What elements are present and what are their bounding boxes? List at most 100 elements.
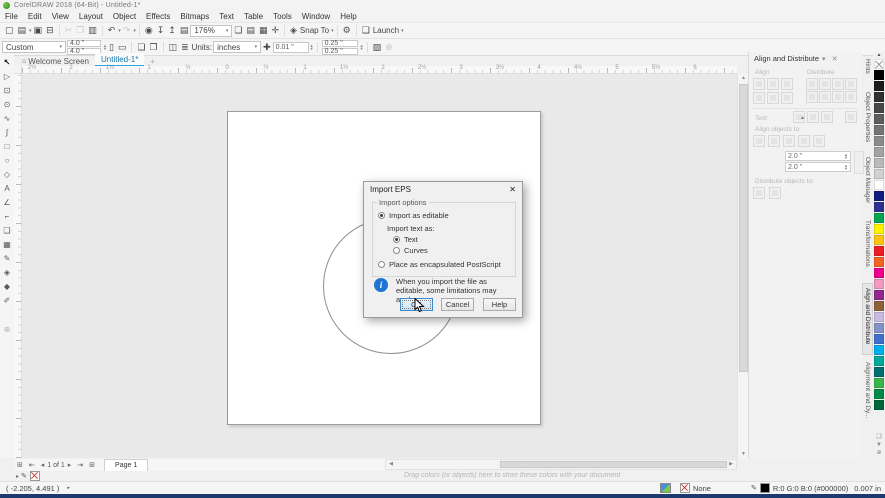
vertical-scrollbar[interactable]: ▲ ▼ (737, 74, 748, 459)
menu-layout[interactable]: Layout (74, 11, 108, 22)
point-x-field[interactable]: 2.0 " ▲▼ (785, 151, 851, 161)
link-dimensions-icon[interactable]: ◫ (167, 42, 180, 53)
text-align-icon[interactable] (807, 111, 819, 123)
copy-icon[interactable]: ❐ (74, 25, 86, 36)
paste-icon[interactable]: ▥ (86, 25, 99, 36)
no-color-swatch[interactable] (874, 59, 884, 69)
palette-scroll-up-icon[interactable]: ▲ (877, 52, 882, 58)
status-flyout-icon[interactable]: ▸ (59, 485, 70, 491)
distribute-icon[interactable] (806, 91, 818, 103)
menu-window[interactable]: Window (297, 11, 335, 22)
align-to-icon[interactable] (783, 135, 795, 147)
launch-caret-icon[interactable]: ▾ (401, 28, 404, 34)
add-page-icon[interactable]: ⊞ (86, 461, 98, 469)
treat-as-filled-icon[interactable]: ▧ (371, 42, 384, 53)
align-icon[interactable] (767, 92, 779, 104)
units-combo[interactable]: inches ▾ (213, 41, 261, 53)
text-align-icon[interactable] (845, 111, 857, 123)
document-palette-none-swatch[interactable] (30, 471, 40, 481)
snap-icon[interactable]: ◈ (288, 25, 299, 36)
color-swatch[interactable] (874, 367, 884, 377)
ok-button[interactable]: OK (400, 298, 433, 311)
color-swatch[interactable] (874, 158, 884, 168)
zoom-tool[interactable]: ⊙ (0, 97, 14, 111)
palette-add-icon[interactable]: ⊕ (876, 450, 881, 456)
horizontal-ruler[interactable]: 2½21½1½0½11½22½33½44½55½6 (22, 66, 737, 74)
last-page-icon[interactable]: ⇥ (74, 461, 86, 469)
landscape-icon[interactable]: ▭ (116, 42, 129, 53)
distribute-icon[interactable] (819, 78, 831, 90)
distribute-icon[interactable] (806, 78, 818, 90)
duplicate-spinner[interactable]: ▲▼ (360, 44, 364, 50)
dialog-titlebar[interactable]: Import EPS ✕ (364, 182, 522, 197)
menu-object[interactable]: Object (108, 11, 141, 22)
show-guidelines-icon[interactable]: ✛ (269, 25, 281, 36)
undo-icon[interactable]: ↶ (106, 25, 118, 36)
color-swatch[interactable] (874, 70, 884, 80)
outline-pen-tool[interactable]: ✐ (0, 293, 14, 307)
distribute-icon[interactable] (819, 91, 831, 103)
connector-tool[interactable]: ⌐ (0, 209, 14, 223)
prev-page-icon[interactable]: ◂ (38, 461, 48, 469)
align-icon[interactable] (753, 92, 765, 104)
vertical-ruler[interactable] (14, 74, 22, 458)
cut-icon[interactable]: ✂ (63, 25, 75, 36)
export-icon[interactable]: ↥ (166, 25, 178, 36)
color-swatch[interactable] (874, 246, 884, 256)
palette-scroll-down-icon[interactable]: ▼ (876, 442, 882, 448)
align-icon[interactable] (767, 78, 779, 90)
search-content-icon[interactable]: ◉ (143, 25, 155, 36)
color-swatch[interactable] (874, 81, 884, 91)
all-pages-icon[interactable]: ❏ (135, 42, 147, 53)
menu-help[interactable]: Help (335, 11, 361, 22)
image-adjustment-icon[interactable] (660, 483, 671, 493)
distribute-to-icon[interactable] (769, 187, 781, 199)
docker-tab-object-manager[interactable]: Object Manager (862, 153, 873, 213)
color-swatch[interactable] (874, 312, 884, 322)
next-page-icon[interactable]: ▸ (65, 461, 75, 469)
save-icon[interactable]: ▣ (32, 25, 45, 36)
color-swatch[interactable] (874, 290, 884, 300)
full-screen-icon[interactable]: ❏ (232, 25, 244, 36)
color-swatch[interactable] (874, 345, 884, 355)
color-swatch[interactable] (874, 180, 884, 190)
artistic-media-tool[interactable]: ∫ (0, 125, 14, 139)
show-grid-icon[interactable]: ▦ (257, 25, 270, 36)
point-y-spinner[interactable]: ▲▼ (844, 164, 848, 170)
tab-untitled-1[interactable]: Untitled-1* (95, 53, 144, 67)
docker-tab-alignment-and-dy-[interactable]: Alignment and Dy... (862, 358, 873, 425)
page-flyout-icon[interactable]: ⊞ (14, 461, 26, 469)
menu-text[interactable]: Text (214, 11, 239, 22)
color-swatch[interactable] (874, 257, 884, 267)
align-icon[interactable] (781, 78, 793, 90)
menu-effects[interactable]: Effects (141, 11, 175, 22)
point-x-spinner[interactable]: ▲▼ (844, 153, 848, 159)
preset-combo[interactable]: Custom ▾ (2, 41, 66, 53)
parallel-dimension-tool[interactable]: ∠ (0, 195, 14, 209)
color-swatch[interactable] (874, 213, 884, 223)
docker-tab-object-properties[interactable]: Object Properties (862, 88, 873, 150)
add-toolbar-item-icon[interactable]: ⊕ (383, 42, 395, 53)
color-swatch[interactable] (874, 92, 884, 102)
horizontal-scrollbar[interactable]: ◀ ▶ (385, 459, 737, 470)
show-rulers-icon[interactable]: ▤ (244, 25, 257, 36)
menu-tools[interactable]: Tools (268, 11, 297, 22)
color-swatch[interactable] (874, 125, 884, 135)
snap-to-label[interactable]: Snap To (300, 26, 329, 35)
redo-icon[interactable]: ↷ (121, 25, 133, 36)
distribute-icon[interactable] (832, 91, 844, 103)
import-icon[interactable]: ↧ (155, 25, 167, 36)
portrait-icon[interactable]: ▯ (107, 42, 116, 53)
color-swatch[interactable] (874, 235, 884, 245)
color-swatch[interactable] (874, 301, 884, 311)
document-palette-pen-icon[interactable]: ✎ (21, 472, 27, 480)
docker-tab-hints[interactable]: Hints (862, 55, 873, 85)
align-icon[interactable] (753, 78, 765, 90)
duplicate-x-field[interactable]: 0.25 " (322, 40, 358, 47)
radio-import-as-editable[interactable]: Import as editable (378, 211, 449, 220)
freehand-tool[interactable]: ∿ (0, 111, 14, 125)
first-page-icon[interactable]: ⇤ (26, 461, 38, 469)
menu-table[interactable]: Table (239, 11, 268, 22)
color-swatch[interactable] (874, 400, 884, 410)
color-swatch[interactable] (874, 268, 884, 278)
